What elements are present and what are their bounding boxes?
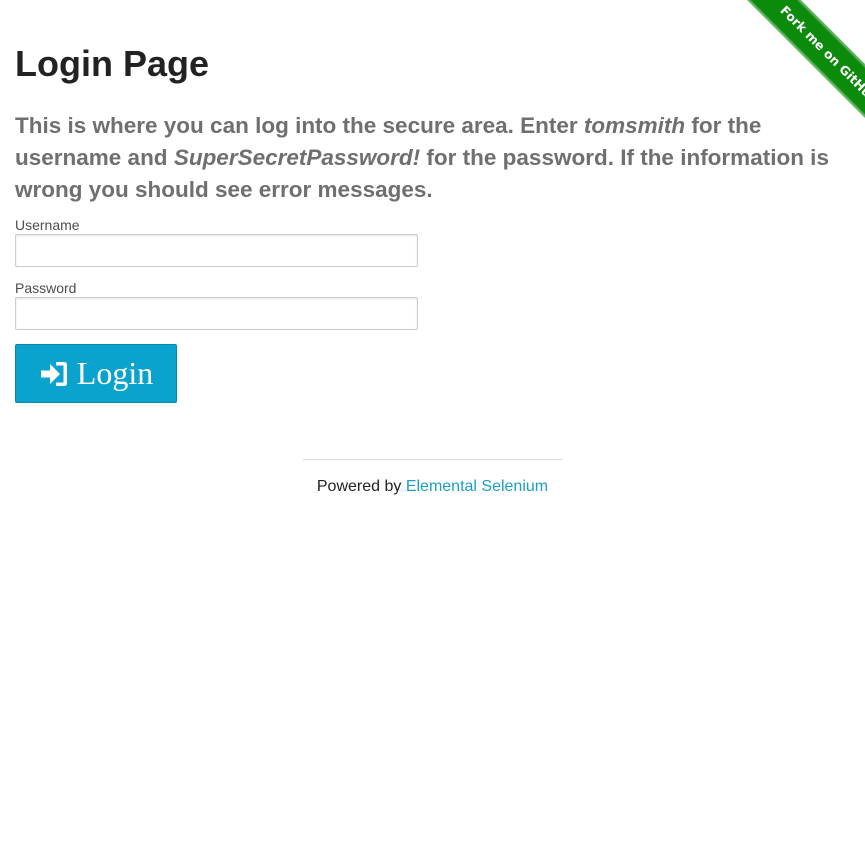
footer-prefix: Powered by [316,478,406,495]
elemental-selenium-link[interactable]: Elemental Selenium [406,478,548,495]
login-button-label: Login [76,355,154,391]
fork-me-on-github-ribbon[interactable]: Fork me on GitHub [735,0,865,149]
login-page: Login Page This is where you can log int… [0,0,865,862]
page-title: Login Page [15,43,210,84]
sign-in-icon [39,360,69,388]
username-label: Username [15,217,80,233]
username-input[interactable] [15,234,418,267]
login-button[interactable]: Login [15,344,177,403]
footer-divider [303,459,563,460]
password-input[interactable] [15,297,418,330]
password-label: Password [15,280,77,296]
github-ribbon-container: Fork me on GitHub [715,0,865,150]
intro-text-part1: This is where you can log into the secur… [15,113,584,138]
footer: Powered by Elemental Selenium [0,478,865,496]
password-hint: SuperSecretPassword! [173,145,421,170]
username-hint: tomsmith [583,113,686,138]
